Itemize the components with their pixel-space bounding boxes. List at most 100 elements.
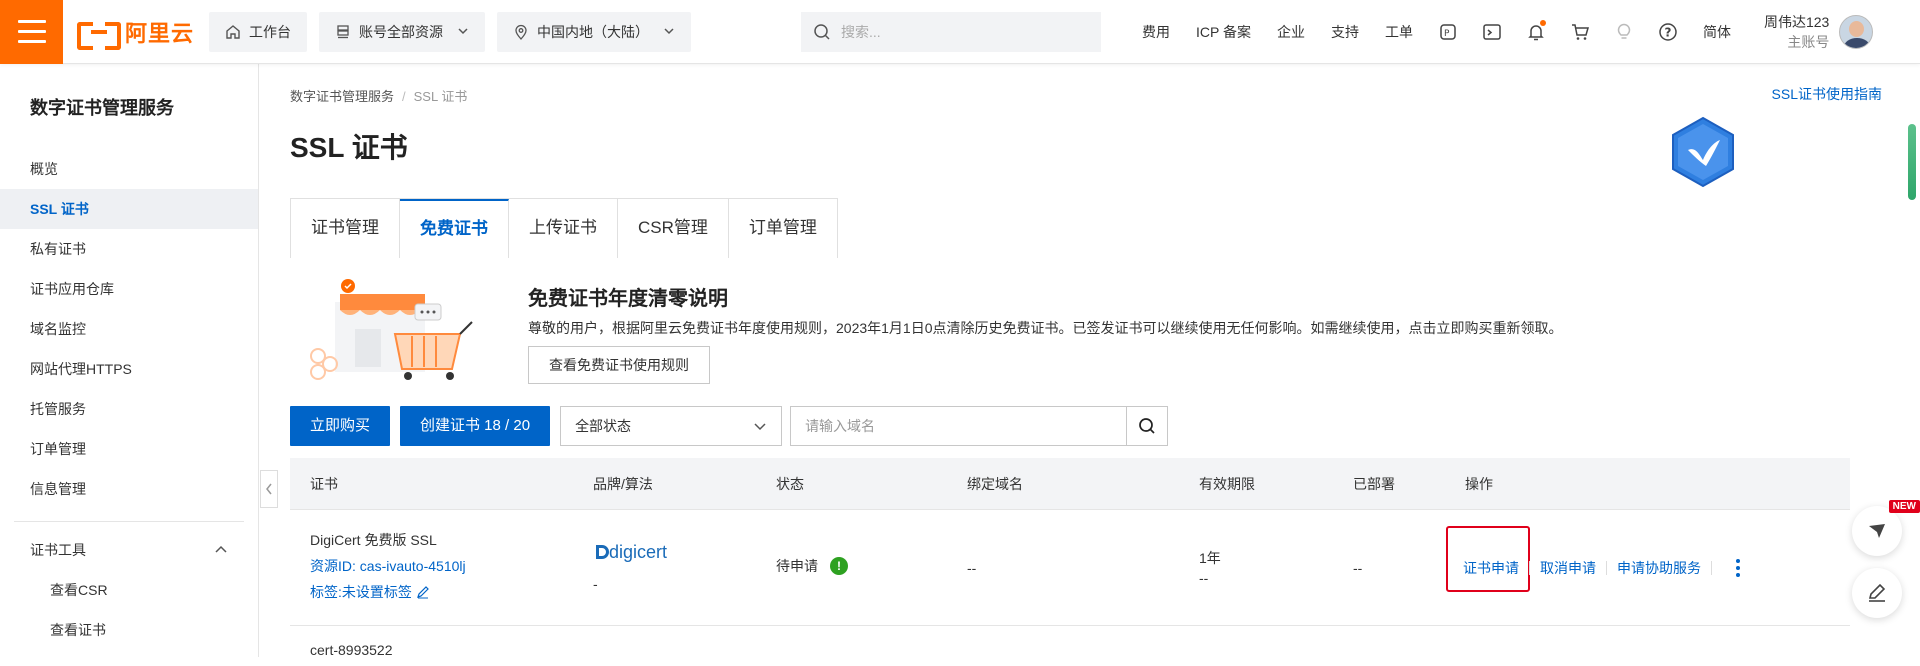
status-label: 待申请 [776, 558, 818, 574]
sidebar-item-view-cert[interactable]: 查看证书 [0, 610, 258, 650]
bird-icon [1869, 524, 1885, 538]
resource-id[interactable]: 资源ID: cas-ivauto-4510lj [310, 556, 466, 576]
notice-banner: 免费证书年度清零说明 尊敬的用户，根据阿里云免费证书年度使用规则，2023年1月… [290, 274, 1640, 384]
col-domain: 绑定域名 [967, 475, 1023, 492]
table-row: cert-8993522 [290, 626, 1850, 666]
aliyun-logo[interactable]: 阿里云 [77, 16, 197, 50]
tab-free-cert[interactable]: 免费证书 [400, 199, 509, 258]
status-select[interactable]: 全部状态 [560, 406, 783, 446]
validity-sub: -- [1199, 570, 1209, 586]
workbench-label: 工作台 [249, 23, 291, 40]
row-actions: 证书申请 取消申请 申请协助服务 [1463, 558, 1740, 578]
lightbulb-icon[interactable] [1614, 22, 1634, 42]
sidebar-item-overview[interactable]: 概览 [0, 149, 258, 189]
chevron-down-icon [754, 423, 766, 431]
tab-orders[interactable]: 订单管理 [728, 199, 837, 258]
region-label: 中国内地（大陆） [537, 23, 649, 40]
breadcrumb-parent[interactable]: 数字证书管理服务 [290, 89, 394, 104]
view-rules-button[interactable]: 查看免费证书使用规则 [528, 346, 710, 384]
nav-ticket[interactable]: 工单 [1385, 22, 1413, 42]
svg-text:P: P [1444, 29, 1450, 39]
domain-placeholder: 请输入域名 [805, 418, 876, 434]
col-status: 状态 [776, 475, 804, 492]
sidebar-collapse-button[interactable] [260, 470, 278, 508]
cert-table: 证书 品牌/算法 状态 绑定域名 有效期限 已部署 操作 DigiCert 免费… [290, 458, 1850, 666]
menu-icon[interactable] [0, 0, 63, 64]
bell-icon[interactable] [1526, 19, 1546, 42]
language-switch[interactable]: 简体 [1703, 22, 1731, 42]
location-icon [513, 24, 529, 40]
breadcrumb: 数字证书管理服务 / SSL 证书 [290, 89, 468, 104]
col-brand: 品牌/算法 [593, 475, 653, 492]
status-cell: 待申请 ! [776, 556, 848, 576]
bound-domain: -- [967, 560, 977, 576]
chevron-left-icon [266, 483, 272, 495]
avatar[interactable] [1839, 14, 1874, 49]
user-info[interactable]: 周伟达123 主账号 [1764, 12, 1829, 52]
digicert-logo-icon: digicert [596, 542, 667, 562]
terminal-icon[interactable] [1482, 22, 1502, 42]
tab-bar: 证书管理 免费证书 上传证书 CSR管理 订单管理 [290, 198, 838, 258]
domain-search-button[interactable] [1126, 406, 1169, 446]
sidebar-item-view-csr[interactable]: 查看CSR [0, 570, 258, 610]
region-dropdown[interactable]: 中国内地（大陆） [497, 11, 691, 52]
global-search-input[interactable]: 搜索... [801, 11, 1101, 52]
sidebar-title: 数字证书管理服务 [30, 98, 174, 118]
app-icon[interactable]: P [1438, 22, 1458, 42]
cancel-apply-link[interactable]: 取消申请 [1540, 558, 1596, 578]
sidebar-item-domain-monitor[interactable]: 域名监控 [0, 309, 258, 349]
tag-label: 标签:未设置标签 [310, 584, 412, 600]
table-row: DigiCert 免费版 SSL 资源ID: cas-ivauto-4510lj… [290, 510, 1850, 626]
col-validity: 有效期限 [1199, 475, 1255, 492]
create-cert-button[interactable]: 创建证书 18 / 20 [400, 406, 551, 446]
notice-description: 尊敬的用户，根据阿里云免费证书年度使用规则，2023年1月1日0点清除历史免费证… [528, 320, 1563, 336]
sidebar-item-hosting[interactable]: 托管服务 [0, 389, 258, 429]
scrollbar-thumb[interactable] [1908, 124, 1916, 200]
cart-icon[interactable] [1570, 22, 1590, 42]
sidebar-item-orders[interactable]: 订单管理 [0, 429, 258, 469]
sidebar-item-https-proxy[interactable]: 网站代理HTTPS [0, 349, 258, 389]
svg-text:?: ? [1664, 25, 1671, 39]
status-select-value: 全部状态 [575, 418, 632, 434]
sidebar-item-info[interactable]: 信息管理 [0, 469, 258, 509]
user-role: 主账号 [1787, 33, 1830, 50]
sidebar-item-cert-repo[interactable]: 证书应用仓库 [0, 269, 258, 309]
sidebar-divider [14, 521, 244, 522]
svg-text:digicert: digicert [609, 542, 667, 562]
help-icon[interactable]: ? [1658, 22, 1678, 42]
apply-cert-link[interactable]: 证书申请 [1463, 558, 1519, 578]
assist-service-link[interactable]: 申请协助服务 [1617, 558, 1701, 578]
edit-float-button[interactable] [1852, 568, 1902, 618]
nav-enterprise[interactable]: 企业 [1277, 22, 1305, 42]
resources-dropdown[interactable]: 账号全部资源 [319, 11, 485, 52]
chevron-down-icon [663, 24, 675, 40]
nav-icp[interactable]: ICP 备案 [1196, 22, 1251, 42]
tab-csr[interactable]: CSR管理 [618, 199, 729, 258]
sidebar-item-ssl[interactable]: SSL 证书 [0, 189, 258, 229]
group-label: 证书工具 [30, 542, 86, 558]
sidebar-item-private-cert[interactable]: 私有证书 [0, 229, 258, 269]
buy-now-button[interactable]: 立即购买 [290, 406, 391, 446]
nav-support[interactable]: 支持 [1331, 22, 1359, 42]
more-actions-icon[interactable] [1736, 559, 1740, 577]
tab-cert-management[interactable]: 证书管理 [291, 199, 400, 258]
feedback-float-button[interactable] [1852, 506, 1902, 556]
logo-text: 阿里云 [125, 20, 195, 46]
domain-search-input[interactable]: 请输入域名 [790, 406, 1127, 446]
col-ops: 操作 [1465, 475, 1493, 492]
tab-upload-cert[interactable]: 上传证书 [509, 199, 618, 258]
page-title: SSL 证书 [290, 132, 408, 163]
table-header: 证书 品牌/算法 状态 绑定域名 有效期限 已部署 操作 [290, 458, 1850, 510]
brand-logo: digicert [593, 540, 693, 567]
tag-edit[interactable]: 标签:未设置标签 [310, 582, 430, 602]
chevron-up-icon [215, 545, 227, 553]
workbench-button[interactable]: 工作台 [209, 11, 307, 52]
notice-title: 免费证书年度清零说明 [528, 288, 728, 310]
nav-fees[interactable]: 费用 [1142, 22, 1170, 42]
cert-name: DigiCert 免费版 SSL [310, 532, 437, 548]
sidebar-group-cert-tools[interactable]: 证书工具 [0, 530, 258, 570]
breadcrumb-current: SSL 证书 [413, 89, 468, 104]
pencil-icon [416, 586, 429, 599]
ssl-guide-link[interactable]: SSL证书使用指南 [1772, 84, 1882, 104]
algorithm: - [593, 576, 598, 592]
